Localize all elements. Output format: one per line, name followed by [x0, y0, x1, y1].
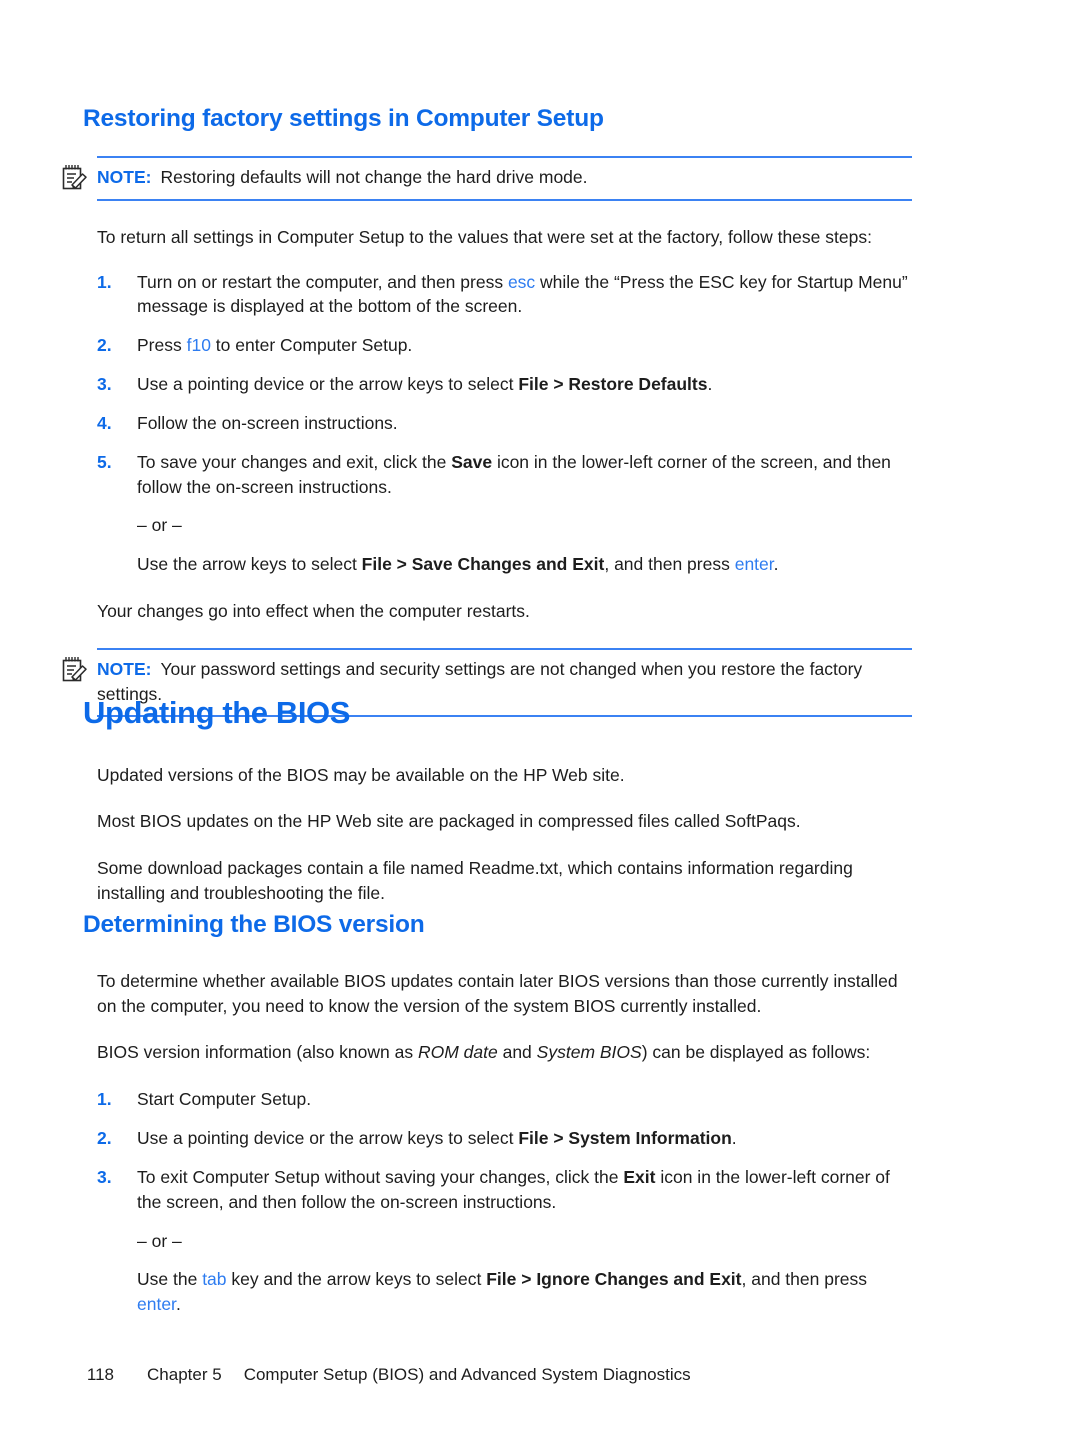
alt-text-part-a: Use the — [137, 1269, 203, 1290]
step-number: 5. — [97, 451, 112, 472]
step-text-part-b: . — [731, 1128, 737, 1149]
steps-list-determining: 1. Start Computer Setup. 2. Use a pointi… — [0, 1087, 1080, 1317]
step-number: 3. — [97, 374, 112, 395]
paragraph-bios-version-info: BIOS version information (also known as … — [97, 1040, 912, 1065]
footer-page-number: 118 — [86, 1365, 115, 1384]
alt-text-part-a: Use the arrow keys to select — [137, 554, 362, 575]
section-heading-updating-bios: Updating the BIOS — [83, 695, 351, 730]
step-item: 1. Start Computer Setup. — [97, 1087, 912, 1112]
menu-path-save-changes-and-exit: File > Save Changes and Exit — [361, 554, 605, 575]
alt-text-part-b: key and the arrow keys to select — [226, 1269, 487, 1290]
note-label: NOTE: — [97, 166, 152, 187]
step-item: 4. Follow the on-screen instructions. — [97, 411, 912, 436]
note-box-hard-drive-mode: NOTE: Restoring defaults will not change … — [62, 155, 912, 201]
section-updating-the-bios: Updating the BIOS Updated versions of th… — [0, 695, 1080, 906]
alt-text-part-c: , and then press — [741, 1269, 868, 1290]
note-bottom-rule — [97, 198, 912, 201]
step-number: 2. — [97, 1128, 112, 1149]
step-alternative: Use the arrow keys to select File > Save… — [137, 552, 912, 577]
step-text-part-a: To save your changes and exit, click the — [137, 451, 452, 472]
step-item: 3. To exit Computer Setup without saving… — [97, 1165, 912, 1317]
key-esc[interactable]: esc — [508, 272, 535, 292]
step-text-part-a: Use a pointing device or the arrow keys … — [137, 1128, 519, 1149]
step-item: 3. Use a pointing device or the arrow ke… — [97, 372, 912, 397]
step-alternative: Use the tab key and the arrow keys to se… — [137, 1267, 912, 1317]
paragraph: Most BIOS updates on the HP Web site are… — [97, 811, 801, 832]
section-restoring-factory-settings: Restoring factory settings in Computer S… — [0, 106, 1080, 717]
note-pad-pencil-icon — [61, 655, 89, 685]
step-number: 2. — [97, 335, 112, 356]
save-label: Save — [451, 451, 493, 472]
footer-title: Computer Setup (BIOS) and Advanced Syste… — [243, 1365, 691, 1384]
or-separator: – or – — [137, 515, 182, 536]
note-content: NOTE: Restoring defaults will not change … — [97, 165, 912, 190]
key-enter[interactable]: enter — [137, 1294, 176, 1314]
term-system-bios: System BIOS — [536, 1042, 642, 1063]
intro-paragraph: To return all settings in Computer Setup… — [97, 226, 872, 247]
footer-chapter: Chapter 5 — [147, 1365, 222, 1384]
text-part-b: and — [497, 1042, 537, 1063]
step-text-part-b: . — [707, 374, 713, 395]
step-text-part-a: To exit Computer Setup without saving yo… — [137, 1166, 624, 1187]
alt-text-part-c: . — [773, 554, 779, 575]
or-separator: – or – — [137, 1230, 182, 1251]
step-item: 5. To save your changes and exit, click … — [97, 450, 912, 577]
key-tab[interactable]: tab — [202, 1269, 226, 1289]
menu-path-restore-defaults: File > Restore Defaults — [518, 374, 708, 395]
alt-text-part-d: . — [175, 1294, 181, 1315]
key-enter[interactable]: enter — [735, 554, 774, 574]
step-text-part-b: to enter Computer Setup. — [210, 335, 413, 356]
step-item: 2. Press f10 to enter Computer Setup. — [97, 333, 912, 358]
step-text-part-a: Turn on or restart the computer, and the… — [137, 271, 508, 292]
menu-path-system-information: File > System Information — [518, 1128, 732, 1149]
text-part-a: BIOS version information (also known as — [97, 1042, 418, 1063]
steps-list-restoring: 1. Turn on or restart the computer, and … — [0, 270, 1080, 578]
paragraph: Updated versions of the BIOS may be avai… — [97, 764, 625, 785]
step-text-part-a: Press — [137, 335, 187, 356]
note-pad-pencil-icon — [61, 163, 89, 193]
step-item: 2. Use a pointing device or the arrow ke… — [97, 1126, 912, 1151]
note-text: Restoring defaults will not change the h… — [160, 166, 588, 187]
section-determining-bios-version: Determining the BIOS version To determin… — [0, 912, 1080, 1331]
alt-text-part-b: , and then press — [604, 554, 735, 575]
step-text-part-a: Start Computer Setup. — [137, 1089, 312, 1110]
menu-path-ignore-changes-and-exit: File > Ignore Changes and Exit — [486, 1269, 742, 1290]
exit-label: Exit — [623, 1166, 656, 1187]
document-page: Restoring factory settings in Computer S… — [0, 0, 1080, 1437]
key-f10[interactable]: f10 — [187, 335, 211, 355]
paragraph: Some download packages contain a file na… — [97, 858, 853, 904]
text-part-c: ) can be displayed as follows: — [641, 1042, 871, 1063]
paragraph: To determine whether available BIOS upda… — [97, 970, 898, 1016]
step-number: 4. — [97, 412, 112, 433]
step-number: 3. — [97, 1166, 112, 1187]
page-footer: 118 Chapter 5 Computer Setup (BIOS) and Ad… — [68, 1345, 691, 1405]
term-rom-date: ROM date — [417, 1042, 498, 1063]
after-steps-paragraph: Your changes go into effect when the com… — [97, 601, 530, 622]
step-number: 1. — [97, 271, 112, 292]
step-item: 1. Turn on or restart the computer, and … — [97, 270, 912, 320]
page-title: Restoring factory settings in Computer S… — [83, 105, 604, 132]
step-text-part-a: Use a pointing device or the arrow keys … — [137, 374, 519, 395]
step-number: 1. — [97, 1089, 112, 1110]
note-label: NOTE: — [97, 659, 152, 679]
section-heading-determining-bios-version: Determining the BIOS version — [83, 911, 425, 938]
step-text-part-a: Follow the on-screen instructions. — [137, 412, 398, 433]
